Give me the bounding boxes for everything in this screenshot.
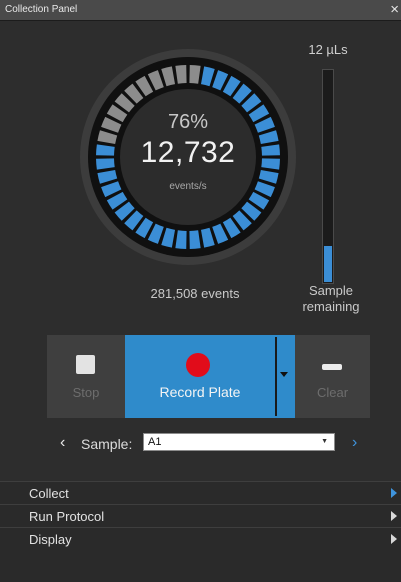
sample-volume-label: 12 µLs xyxy=(308,42,348,57)
sample-selector-row: ‹ Sample: A1 ▼ › xyxy=(0,432,401,456)
total-events-label: 281,508 events xyxy=(150,286,240,301)
record-dot-icon xyxy=(186,353,210,377)
minus-icon xyxy=(322,364,342,370)
sample-remaining-line1: Sample xyxy=(308,283,354,298)
sample-label: Sample: xyxy=(81,436,133,452)
record-plate-button[interactable]: Record Plate xyxy=(125,335,275,418)
caret-down-icon xyxy=(280,372,288,377)
menu-item-label: Display xyxy=(29,532,72,547)
section-menu: Collect Run Protocol Display xyxy=(0,481,401,551)
record-plate-label: Record Plate xyxy=(159,384,241,400)
square-icon xyxy=(76,355,95,374)
menu-item-label: Run Protocol xyxy=(29,509,105,524)
panel-footer-space xyxy=(0,550,401,582)
expand-arrow-icon xyxy=(391,534,397,544)
previous-sample-icon[interactable]: ‹ xyxy=(60,434,65,452)
sample-remaining-bar xyxy=(322,69,334,284)
menu-item-collect[interactable]: Collect xyxy=(0,481,401,504)
title-bar: Collection Panel × xyxy=(0,0,401,21)
close-icon[interactable]: × xyxy=(390,1,399,18)
expand-arrow-icon xyxy=(391,511,397,521)
clear-button-label: Clear xyxy=(316,385,349,400)
dropdown-separator xyxy=(275,337,277,416)
menu-item-label: Collect xyxy=(29,486,69,501)
percent-complete-label: 76% xyxy=(167,111,209,133)
sample-remaining-line2: remaining xyxy=(302,299,360,314)
stop-button[interactable]: Stop xyxy=(47,335,125,418)
chevron-down-icon: ▼ xyxy=(321,438,328,445)
event-rate-unit: events/s xyxy=(169,181,207,192)
clear-button[interactable]: Clear xyxy=(295,335,370,418)
expand-arrow-icon xyxy=(391,488,397,498)
acquisition-action-bar: Stop Record Plate Clear xyxy=(47,335,370,418)
stop-button-label: Stop xyxy=(72,385,100,400)
menu-item-display[interactable]: Display xyxy=(0,527,401,551)
sample-remaining-label: Sample remaining xyxy=(290,283,372,315)
collection-panel-body: 76% 12,732 events/s 281,508 events 12 µL… xyxy=(0,21,401,481)
sample-remaining-fill xyxy=(324,246,332,282)
window-title: Collection Panel xyxy=(5,4,78,15)
next-sample-icon[interactable]: › xyxy=(352,434,357,452)
menu-item-run-protocol[interactable]: Run Protocol xyxy=(0,504,401,527)
sample-select-value: A1 xyxy=(148,436,162,448)
event-rate-value: 12,732 xyxy=(140,136,236,169)
sample-select[interactable]: A1 ▼ xyxy=(143,433,335,451)
record-options-dropdown[interactable] xyxy=(275,335,295,418)
